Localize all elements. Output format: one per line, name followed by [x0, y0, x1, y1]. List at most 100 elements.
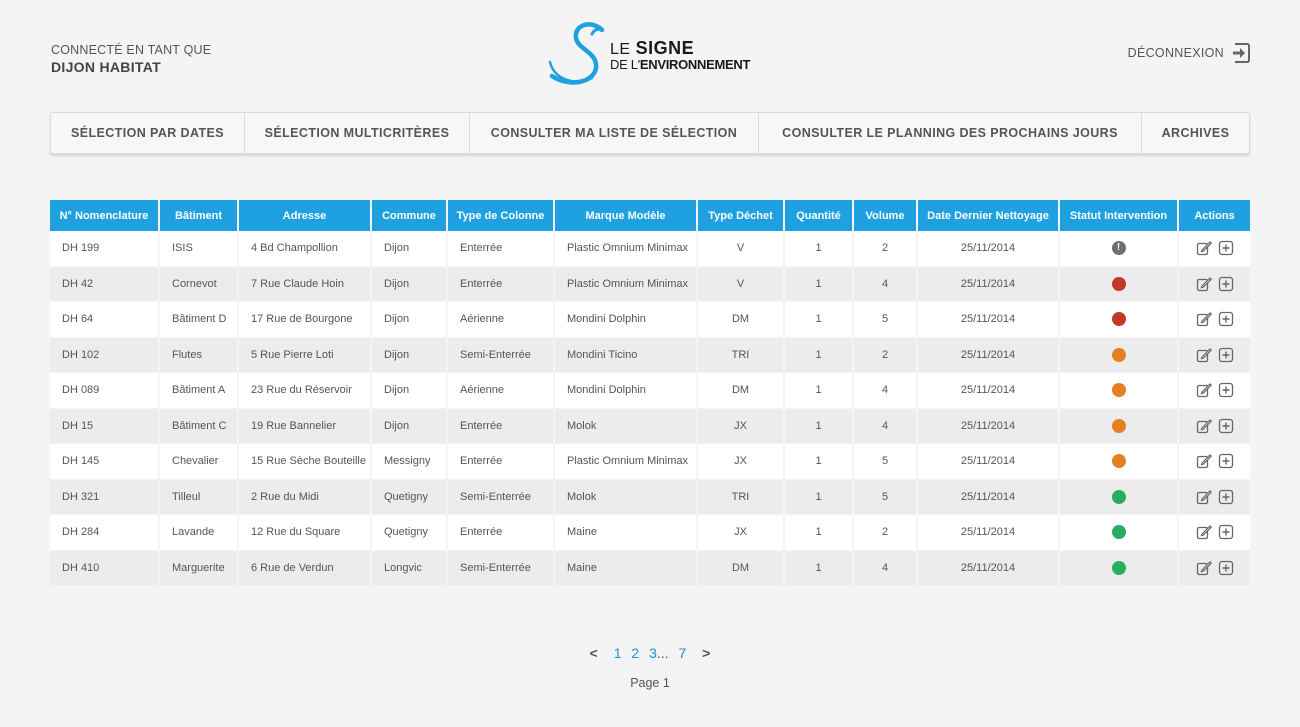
data-table: N° Nomenclature Bâtiment Adresse Commune…: [50, 200, 1250, 586]
table-row[interactable]: DH 410 Marguerite 6 Rue de Verdun Longvic Se…: [50, 550, 1250, 586]
table-row[interactable]: DH 321 Tilleul 2 Rue du Midi Quetigny Semi-E…: [50, 479, 1250, 515]
edit-icon[interactable]: [1196, 524, 1212, 540]
pagination-page-1[interactable]: 1: [614, 645, 622, 661]
nav-selection-multicriteres[interactable]: SÉLECTION MULTICRITÈRES: [245, 113, 470, 153]
cell-commune: Dijon: [372, 266, 448, 302]
cell-batiment: Bâtiment C: [160, 408, 239, 444]
table-row[interactable]: DH 284 Lavande 12 Rue du Square Quetigny Ent…: [50, 515, 1250, 551]
cell-marque-modele: Maine: [555, 550, 698, 586]
cell-volume: 2: [854, 337, 918, 373]
cell-type-dechet: DM: [698, 373, 785, 409]
table-header-row: N° Nomenclature Bâtiment Adresse Commune…: [50, 200, 1250, 231]
pagination-page-2[interactable]: 2: [631, 645, 639, 661]
col-header-type-dechet[interactable]: Type Déchet: [698, 200, 785, 231]
add-square-icon[interactable]: [1218, 240, 1234, 256]
cell-nomenclature: DH 64: [50, 302, 160, 338]
col-header-commune[interactable]: Commune: [372, 200, 448, 231]
edit-icon[interactable]: [1196, 560, 1212, 576]
col-header-statut[interactable]: Statut Intervention: [1060, 200, 1179, 231]
table-row[interactable]: DH 102 Flutes 5 Rue Pierre Loti Dijon Semi-E…: [50, 337, 1250, 373]
table-row[interactable]: DH 199 ISIS 4 Bd Champollion Dijon Enterrée P…: [50, 231, 1250, 267]
table-row[interactable]: DH 42 Cornevot 7 Rue Claude Hoin Dijon Enter…: [50, 266, 1250, 302]
cell-quantite: 1: [785, 337, 854, 373]
cell-statut: [1060, 550, 1179, 586]
col-header-volume[interactable]: Volume: [854, 200, 918, 231]
col-header-adresse[interactable]: Adresse: [239, 200, 372, 231]
cell-date-nettoyage: 25/11/2014: [918, 479, 1060, 515]
main-nav: SÉLECTION PAR DATES SÉLECTION MULTICRITÈ…: [50, 112, 1250, 154]
cell-marque-modele: Plastic Omnium Minimax: [555, 231, 698, 267]
add-square-icon[interactable]: [1218, 524, 1234, 540]
add-square-icon[interactable]: [1218, 382, 1234, 398]
cell-actions: [1179, 266, 1250, 302]
cell-volume: 5: [854, 479, 918, 515]
add-square-icon[interactable]: [1218, 489, 1234, 505]
col-header-type-colonne[interactable]: Type de Colonne: [448, 200, 555, 231]
cell-adresse: 4 Bd Champollion: [239, 231, 372, 267]
nav-consulter-liste-selection[interactable]: CONSULTER MA LISTE DE SÉLECTION: [470, 113, 759, 153]
cell-date-nettoyage: 25/11/2014: [918, 444, 1060, 480]
edit-icon[interactable]: [1196, 276, 1212, 292]
nav-archives[interactable]: ARCHIVES: [1142, 113, 1249, 153]
cell-actions: [1179, 479, 1250, 515]
table-row[interactable]: DH 089 Bâtiment A 23 Rue du Réservoir Dijon…: [50, 373, 1250, 409]
edit-icon[interactable]: [1196, 240, 1212, 256]
cell-type-colonne: Aérienne: [448, 302, 555, 338]
add-square-icon[interactable]: [1218, 418, 1234, 434]
add-square-icon[interactable]: [1218, 347, 1234, 363]
table-row[interactable]: DH 64 Bâtiment D 17 Rue de Bourgone Dijon Aé…: [50, 302, 1250, 338]
cell-batiment: Bâtiment D: [160, 302, 239, 338]
pagination-next[interactable]: >: [702, 645, 710, 661]
add-square-icon[interactable]: [1218, 560, 1234, 576]
edit-icon[interactable]: [1196, 382, 1212, 398]
cell-volume: 4: [854, 408, 918, 444]
edit-icon[interactable]: [1196, 489, 1212, 505]
col-header-actions: Actions: [1179, 200, 1250, 231]
cell-commune: Dijon: [372, 373, 448, 409]
cell-statut: [1060, 337, 1179, 373]
add-square-icon[interactable]: [1218, 276, 1234, 292]
cell-nomenclature: DH 410: [50, 550, 160, 586]
logout-button[interactable]: DÉCONNEXION: [1128, 43, 1250, 63]
edit-icon[interactable]: [1196, 347, 1212, 363]
cell-quantite: 1: [785, 479, 854, 515]
table-row[interactable]: DH 145 Chevalier 15 Rue Sèche Bouteille Mes…: [50, 444, 1250, 480]
page-indicator: Page 1: [630, 676, 670, 690]
cell-commune: Dijon: [372, 408, 448, 444]
orange-status-dot: [1111, 454, 1126, 469]
cell-batiment: Chevalier: [160, 444, 239, 480]
cell-commune: Messigny: [372, 444, 448, 480]
cell-batiment: Lavande: [160, 515, 239, 551]
col-header-nomenclature[interactable]: N° Nomenclature: [50, 200, 160, 231]
cell-adresse: 19 Rue Bannelier: [239, 408, 372, 444]
cell-type-dechet: TRI: [698, 337, 785, 373]
pagination-prev[interactable]: <: [590, 645, 598, 661]
orange-status-dot: [1111, 418, 1126, 433]
col-header-quantite[interactable]: Quantité: [785, 200, 854, 231]
cell-date-nettoyage: 25/11/2014: [918, 550, 1060, 586]
nav-selection-par-dates[interactable]: SÉLECTION PAR DATES: [51, 113, 245, 153]
pagination-page-last[interactable]: 7: [678, 645, 686, 661]
col-header-marque-modele[interactable]: Marque Modèle: [555, 200, 698, 231]
cell-volume: 2: [854, 515, 918, 551]
col-header-date-nettoyage[interactable]: Date Dernier Nettoyage: [918, 200, 1060, 231]
edit-icon[interactable]: [1196, 453, 1212, 469]
cell-type-dechet: TRI: [698, 479, 785, 515]
user-name: DIJON HABITAT: [51, 59, 161, 75]
table-row[interactable]: DH 15 Bâtiment C 19 Rue Bannelier Dijon Ente…: [50, 408, 1250, 444]
logo-text-de: DE L': [610, 57, 640, 72]
cell-batiment: Flutes: [160, 337, 239, 373]
logo[interactable]: LE SIGNE DE L'ENVIRONNEMENT: [546, 22, 756, 88]
logout-icon: [1233, 43, 1250, 63]
col-header-batiment[interactable]: Bâtiment: [160, 200, 239, 231]
cell-actions: [1179, 515, 1250, 551]
edit-icon[interactable]: [1196, 311, 1212, 327]
cell-type-dechet: DM: [698, 302, 785, 338]
red-status-dot: [1111, 312, 1126, 327]
edit-icon[interactable]: [1196, 418, 1212, 434]
nav-consulter-planning[interactable]: CONSULTER LE PLANNING DES PROCHAINS JOUR…: [759, 113, 1142, 153]
add-square-icon[interactable]: [1218, 453, 1234, 469]
add-square-icon[interactable]: [1218, 311, 1234, 327]
pagination-page-3[interactable]: 3: [649, 645, 657, 661]
cell-adresse: 23 Rue du Réservoir: [239, 373, 372, 409]
